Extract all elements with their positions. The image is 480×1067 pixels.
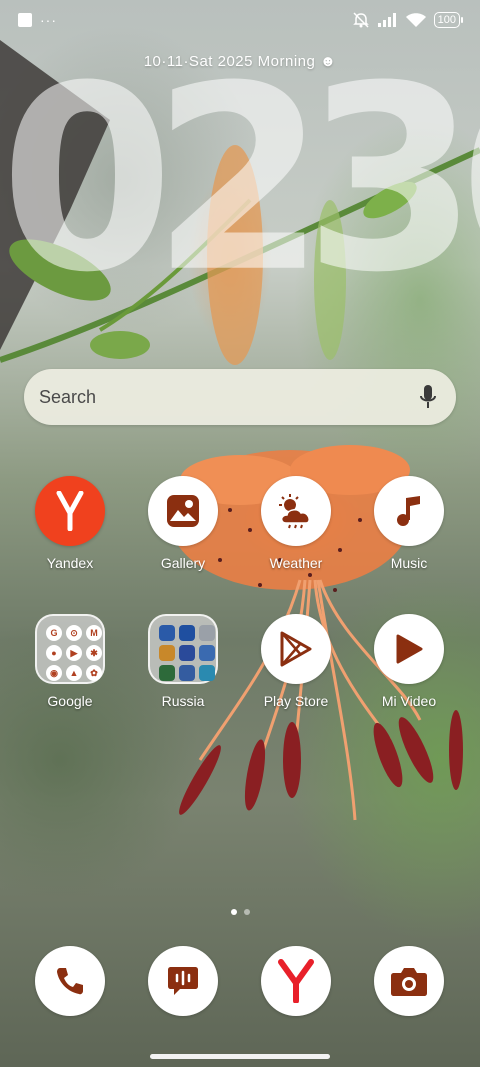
microphone-icon[interactable]	[420, 384, 436, 410]
gallery-icon	[148, 476, 218, 546]
more-dots-icon: ···	[40, 12, 57, 28]
gesture-bar[interactable]	[150, 1054, 330, 1059]
folder-google[interactable]: G ⊙ M ● ▶ ✱ ◉ ▲ ✿ Google	[15, 614, 125, 709]
app-music[interactable]: Music	[354, 476, 464, 571]
alarm-off-icon	[352, 12, 369, 28]
app-gallery[interactable]: Gallery	[128, 476, 238, 571]
app-label: Russia	[161, 693, 205, 709]
page-indicator[interactable]	[0, 909, 480, 915]
music-icon	[374, 476, 444, 546]
search-placeholder: Search	[39, 387, 97, 407]
weather-icon	[261, 476, 331, 546]
folder-icon: G ⊙ M ● ▶ ✱ ◉ ▲ ✿	[35, 614, 105, 684]
battery-icon: 100	[433, 12, 464, 28]
app-label: Gallery	[160, 555, 206, 571]
clock-time[interactable]: 0236	[0, 27, 480, 333]
notification-square-icon	[18, 13, 32, 27]
app-label: Music	[390, 555, 428, 571]
dock-camera[interactable]	[374, 946, 444, 1016]
signal-icon	[377, 13, 396, 27]
dock-yandex-browser[interactable]	[261, 946, 331, 1016]
camera-icon	[374, 946, 444, 1016]
app-label: Google	[47, 693, 93, 709]
app-play-store[interactable]: Play Store	[241, 614, 351, 709]
folder-russia[interactable]: Russia	[128, 614, 238, 709]
app-mi-video[interactable]: Mi Video	[354, 614, 464, 709]
yandex-icon	[35, 476, 105, 546]
wifi-icon	[405, 12, 426, 27]
app-label: Yandex	[46, 555, 94, 571]
messages-icon	[148, 946, 218, 1016]
page-dot	[243, 909, 250, 915]
folder-icon	[148, 614, 218, 684]
dock-phone[interactable]	[35, 946, 105, 1016]
app-label: Mi Video	[381, 693, 437, 709]
dock-messages[interactable]	[148, 946, 218, 1016]
page-dot-active	[230, 909, 237, 915]
app-weather[interactable]: Weather	[241, 476, 351, 571]
home-screen: ··· 100 10·11·Sat 2025 Morning ☻ 0236 Se…	[0, 0, 480, 1067]
app-label: Weather	[269, 555, 323, 571]
play-store-icon	[261, 614, 331, 684]
status-right: 100	[352, 12, 464, 28]
status-left: ···	[18, 13, 57, 27]
app-label: Play Store	[263, 693, 329, 709]
yandex-browser-icon	[261, 946, 331, 1016]
app-yandex[interactable]: Yandex	[15, 476, 125, 571]
search-bar[interactable]: Search	[24, 369, 456, 425]
phone-icon	[35, 946, 105, 1016]
mi-video-icon	[374, 614, 444, 684]
